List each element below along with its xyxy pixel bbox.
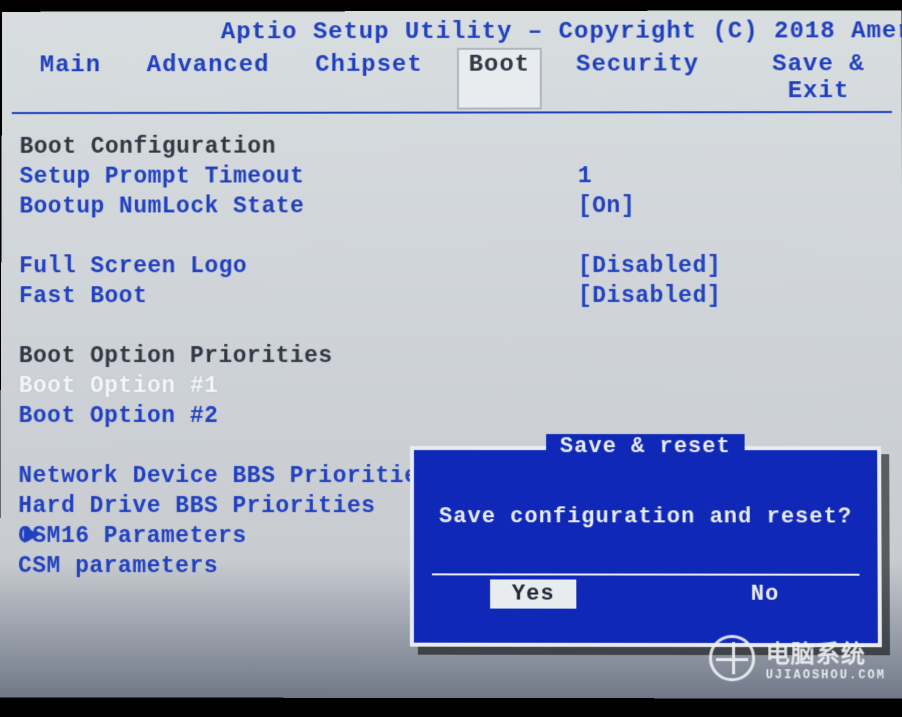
fast-boot-label[interactable]: Fast Boot [19, 281, 578, 311]
watermark-logo-icon [709, 635, 755, 681]
dialog-no-button[interactable]: No [729, 580, 802, 609]
tab-chipset[interactable]: Chipset [305, 50, 432, 108]
boot-option-1[interactable]: Boot Option #1 [19, 371, 578, 401]
fast-boot-value[interactable]: [Disabled] [578, 281, 721, 311]
fullscreen-logo-label[interactable]: Full Screen Logo [19, 251, 578, 281]
tab-bar: Main Advanced Chipset Boot Security Save… [2, 45, 902, 108]
setup-prompt-timeout-value[interactable]: 1 [578, 161, 592, 191]
bootup-numlock-label[interactable]: Bootup NumLock State [19, 191, 578, 221]
save-reset-dialog: Save & reset Save configuration and rese… [410, 446, 882, 647]
tab-security[interactable]: Security [566, 49, 709, 107]
submenu-arrow-icon: ▶ [24, 521, 40, 551]
setup-prompt-timeout-label[interactable]: Setup Prompt Timeout [19, 161, 577, 191]
watermark-subtext: UJIAOSHOU.COM [766, 668, 886, 682]
app-title: Aptio Setup Utility – Copyright (C) 2018… [2, 18, 902, 46]
header: Aptio Setup Utility – Copyright (C) 2018… [2, 10, 902, 114]
fullscreen-logo-value[interactable]: [Disabled] [578, 251, 721, 281]
dialog-title: Save & reset [546, 434, 745, 459]
bios-screen: Aptio Setup Utility – Copyright (C) 2018… [0, 10, 902, 698]
dialog-message: Save configuration and reset? [414, 504, 877, 529]
bootup-numlock-value[interactable]: [On] [578, 191, 635, 221]
section-boot-priorities: Boot Option Priorities [19, 341, 578, 371]
tab-main[interactable]: Main [30, 50, 111, 108]
boot-option-2[interactable]: Boot Option #2 [19, 401, 579, 431]
section-boot-config: Boot Configuration [20, 131, 578, 161]
dialog-divider [432, 573, 860, 575]
watermark-text: 电脑系统 [766, 634, 886, 670]
watermark: 电脑系统 UJIAOSHOU.COM [709, 634, 886, 683]
tab-advanced[interactable]: Advanced [137, 50, 280, 108]
dialog-yes-button[interactable]: Yes [490, 579, 577, 608]
tab-boot[interactable]: Boot [459, 50, 540, 108]
tab-save-exit[interactable]: Save & Exit [735, 49, 902, 107]
